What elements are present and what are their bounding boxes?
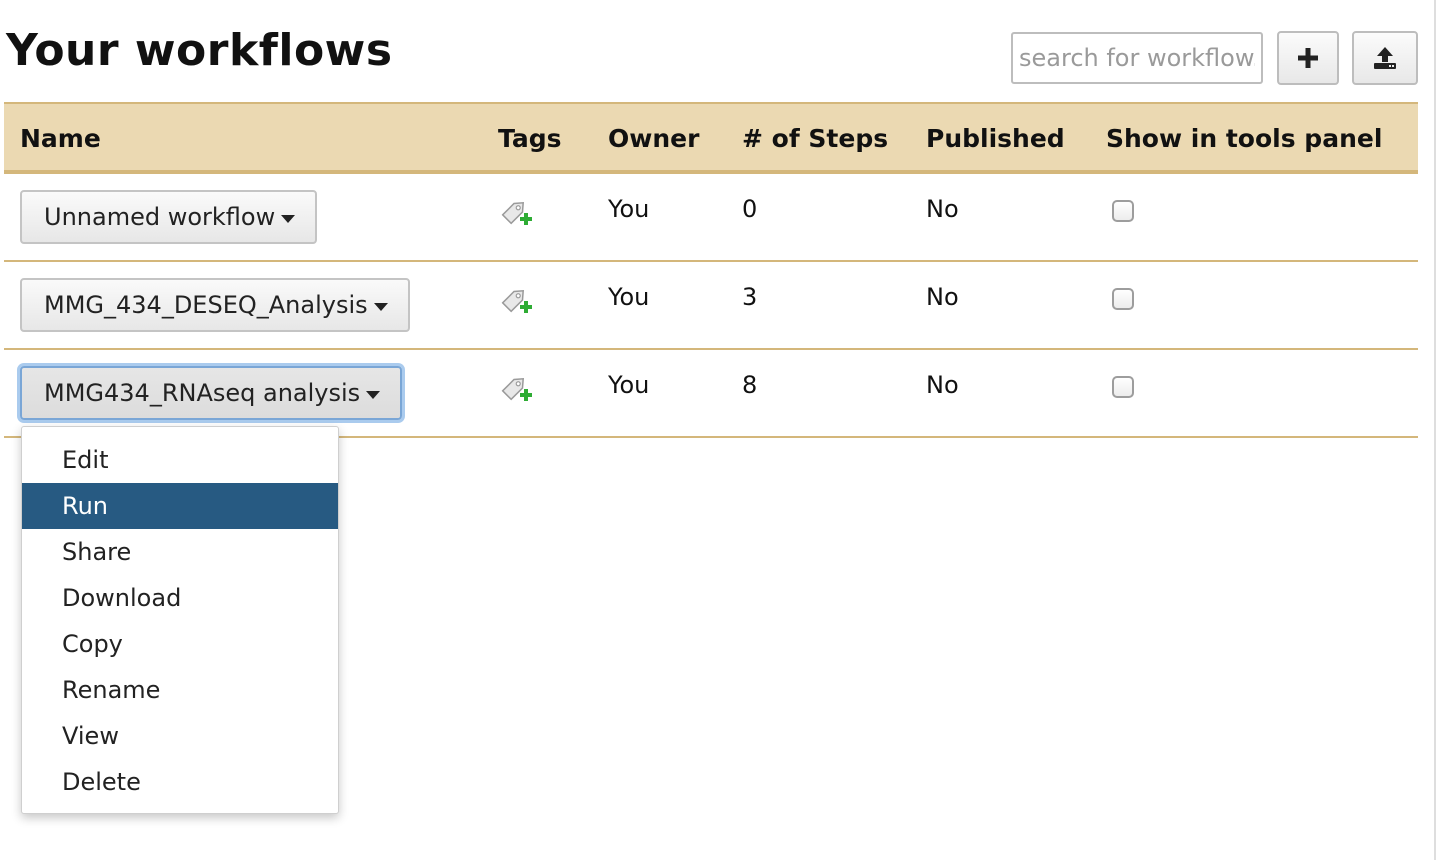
menu-item-run[interactable]: Run xyxy=(22,483,338,529)
column-header-steps[interactable]: # of Steps xyxy=(742,124,888,154)
table-row: Unnamed workflow You 0 No xyxy=(4,174,1418,262)
tag-add-icon[interactable] xyxy=(498,194,534,230)
menu-item-view[interactable]: View xyxy=(22,713,338,759)
workflow-list-page: Your workflows Name Tags Owner # of Step… xyxy=(0,0,1440,860)
owner-cell: You xyxy=(608,371,650,399)
published-cell: No xyxy=(926,371,959,399)
menu-item-copy[interactable]: Copy xyxy=(22,621,338,667)
menu-item-download[interactable]: Download xyxy=(22,575,338,621)
menu-item-edit[interactable]: Edit xyxy=(22,437,338,483)
column-header-tags[interactable]: Tags xyxy=(498,124,561,154)
caret-down-icon xyxy=(281,215,296,223)
caret-down-icon xyxy=(373,303,388,311)
workflow-name: MMG434_RNAseq analysis xyxy=(44,379,361,407)
column-header-show-in-tools[interactable]: Show in tools panel xyxy=(1106,124,1382,154)
show-in-tools-checkbox[interactable] xyxy=(1112,376,1134,398)
column-header-owner[interactable]: Owner xyxy=(608,124,699,154)
plus-icon xyxy=(1298,48,1318,68)
steps-cell: 3 xyxy=(742,283,758,311)
tag-add-icon[interactable] xyxy=(498,370,534,406)
workflow-table: Name Tags Owner # of Steps Published Sho… xyxy=(4,102,1418,438)
owner-cell: You xyxy=(608,195,650,223)
search-workflow-input[interactable] xyxy=(1011,32,1263,84)
column-header-name[interactable]: Name xyxy=(20,124,101,154)
tag-add-icon[interactable] xyxy=(498,282,534,318)
workflow-name: Unnamed workflow xyxy=(44,203,276,231)
owner-cell: You xyxy=(608,283,650,311)
caret-down-icon xyxy=(366,391,381,399)
table-row: MMG_434_DESEQ_Analysis You 3 No xyxy=(4,262,1418,350)
show-in-tools-checkbox[interactable] xyxy=(1112,288,1134,310)
workflow-name-dropdown-button[interactable]: MMG_434_DESEQ_Analysis xyxy=(20,278,410,332)
steps-cell: 0 xyxy=(742,195,758,223)
menu-item-rename[interactable]: Rename xyxy=(22,667,338,713)
workflow-name: MMG_434_DESEQ_Analysis xyxy=(44,291,368,319)
new-workflow-button[interactable] xyxy=(1277,31,1339,85)
workflow-name-dropdown-button[interactable]: Unnamed workflow xyxy=(20,190,318,244)
window-edge xyxy=(1434,0,1436,860)
table-row: MMG434_RNAseq analysis You 8 No xyxy=(4,350,1418,438)
upload-workflow-button[interactable] xyxy=(1352,31,1418,85)
menu-item-share[interactable]: Share xyxy=(22,529,338,575)
menu-item-delete[interactable]: Delete xyxy=(22,759,338,805)
page-title: Your workflows xyxy=(6,25,393,76)
show-in-tools-checkbox[interactable] xyxy=(1112,200,1134,222)
published-cell: No xyxy=(926,283,959,311)
upload-icon xyxy=(1374,47,1396,69)
column-header-published[interactable]: Published xyxy=(926,124,1065,154)
published-cell: No xyxy=(926,195,959,223)
table-header: Name Tags Owner # of Steps Published Sho… xyxy=(4,102,1418,174)
workflow-name-dropdown-button[interactable]: MMG434_RNAseq analysis xyxy=(20,366,403,420)
steps-cell: 8 xyxy=(742,371,758,399)
workflow-actions-menu: Edit Run Share Download Copy Rename View… xyxy=(21,426,339,814)
